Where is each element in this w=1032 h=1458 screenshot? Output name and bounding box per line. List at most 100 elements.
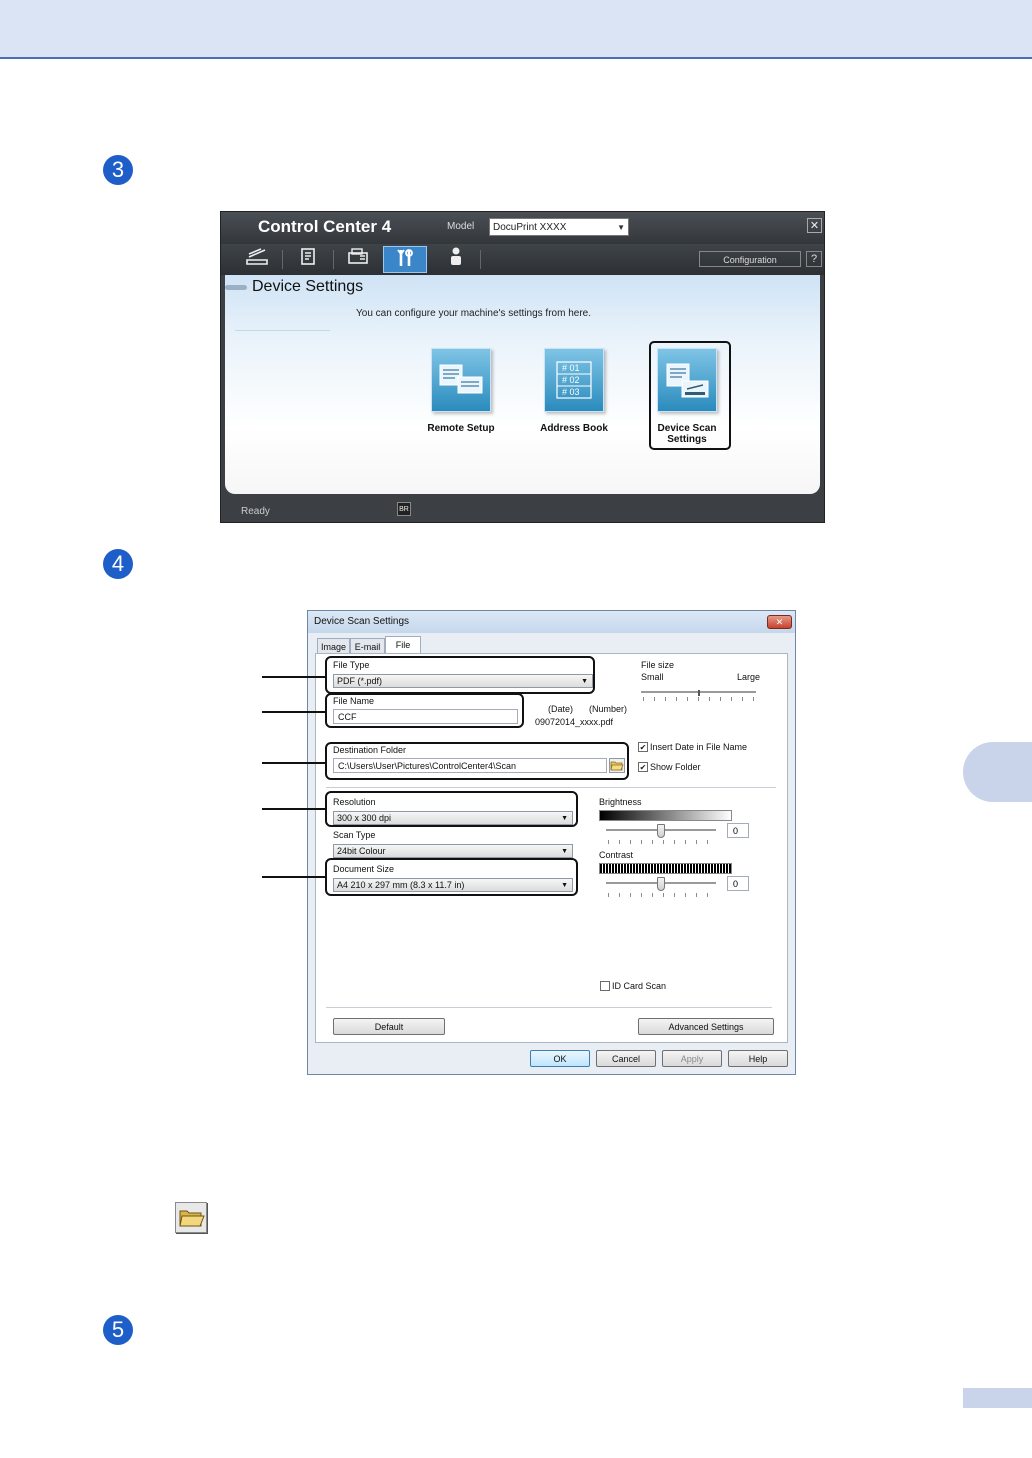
number-label: (Number) [589,704,628,714]
contrast-slider-thumb[interactable] [657,877,665,891]
contrast-pattern [599,863,732,874]
file-size-ticks [643,697,756,701]
leader-line-destination-folder [262,762,326,764]
brightness-slider-thumb[interactable] [657,824,665,838]
model-label: Model [447,221,475,232]
section-divider [326,787,776,788]
callout-file-type [325,656,595,694]
model-select-value: DocuPrint XXXX [493,222,567,233]
status-text: Ready [241,506,270,517]
apply-button[interactable]: Apply [662,1050,722,1067]
leader-line-document-size [262,876,326,878]
svg-text:# 01: # 01 [562,363,580,373]
tab-separator [333,250,334,269]
callout-resolution [325,791,578,827]
chevron-down-icon: ▼ [561,848,568,855]
dialog-titlebar: Device Scan Settings ✕ [308,611,795,633]
callout-destination-folder [325,742,629,780]
cc4-tabbar: Configuration ? [221,244,824,275]
file-size-slider-thumb[interactable] [698,690,700,696]
step-3-marker: 3 [103,155,133,185]
remote-setup-tile[interactable] [431,348,491,412]
default-button[interactable]: Default [333,1018,445,1035]
dialog-title: Device Scan Settings [314,616,410,627]
address-book-label: Address Book [540,423,608,434]
file-size-small-label: Small [641,672,664,682]
fax-icon [348,248,368,264]
contrast-label: Contrast [599,850,634,860]
date-label: (Date) [548,704,574,714]
contrast-ticks [608,893,716,897]
svg-text:# 03: # 03 [562,387,580,397]
brightness-value-input[interactable]: 0 [727,823,749,838]
step-5-marker: 5 [103,1315,133,1345]
tab-support[interactable] [434,246,478,273]
id-card-scan-checkbox[interactable] [600,981,610,991]
help-button[interactable]: Help [728,1050,788,1067]
tab-file[interactable]: File [385,636,421,653]
scan-type-select[interactable]: 24bit Colour ▼ [333,844,573,858]
leader-line-file-name [262,711,326,713]
page-header-band [0,0,1032,59]
file-name-example: 09072014_xxxx.pdf [535,717,614,727]
remote-setup-icon [439,364,483,394]
chapter-side-tab [963,742,1032,802]
insert-date-checkbox[interactable]: ✔ [638,742,648,752]
configuration-button[interactable]: Configuration [699,251,801,267]
file-size-large-label: Large [737,672,761,682]
folder-open-glyph [179,1210,205,1227]
cancel-button[interactable]: Cancel [596,1050,656,1067]
cc4-titlebar: Control Center 4 Model DocuPrint XXXX ▼ … [221,212,824,244]
contrast-value-input[interactable]: 0 [727,876,749,891]
tab-scan[interactable] [235,246,279,273]
brightness-gradient [599,810,732,821]
page-number-tab [963,1388,1032,1408]
help-button[interactable]: ? [806,251,822,267]
chevron-down-icon: ▼ [617,223,625,232]
divider [235,330,330,331]
tab-pc-fax-received[interactable] [286,246,330,273]
tab-separator [480,250,481,269]
scan-type-label: Scan Type [333,830,376,840]
folder-open-icon [175,1202,207,1233]
step-4-marker: 4 [103,549,133,579]
advanced-settings-button[interactable]: Advanced Settings [638,1018,774,1035]
heading-accent [225,285,247,290]
scanner-icon [246,248,268,265]
svg-text:# 02: # 02 [562,375,580,385]
tools-icon [397,249,413,266]
tab-device-settings[interactable] [383,246,427,273]
cc4-app-title: Control Center 4 [258,217,392,236]
device-scan-settings-dialog: Device Scan Settings ✕ Image E-mail File… [307,610,796,1075]
model-select[interactable]: DocuPrint XXXX ▼ [489,218,629,236]
document-icon [301,248,315,265]
insert-date-label: Insert Date in File Name [650,742,748,752]
tab-pc-fax[interactable] [336,246,380,273]
footer-divider [326,1007,772,1008]
show-folder-checkbox[interactable]: ✔ [638,762,648,772]
tab-separator [282,250,283,269]
leader-line-file-type [262,676,326,678]
panel-heading: Device Settings [252,278,364,295]
address-book-tile[interactable]: # 01 # 02 # 03 [544,348,604,412]
id-card-scan-label: ID Card Scan [612,981,667,991]
brightness-ticks [608,840,716,844]
leader-line-resolution [262,808,326,810]
control-center-window: Control Center 4 Model DocuPrint XXXX ▼ … [220,211,825,523]
close-icon[interactable]: ✕ [767,615,792,629]
person-icon [451,247,461,265]
file-size-label: File size [641,660,675,670]
remote-setup-label: Remote Setup [427,423,495,434]
callout-document-size [325,858,578,896]
close-icon[interactable]: ✕ [807,218,822,233]
address-book-icon: # 01 # 02 # 03 [556,361,592,399]
brother-logo-icon: BR [397,502,411,516]
brightness-label: Brightness [599,797,642,807]
tab-email[interactable]: E-mail [350,638,385,654]
ok-button[interactable]: OK [530,1050,590,1067]
panel-subtitle: You can configure your machine's setting… [356,308,591,319]
callout-file-name [325,693,524,728]
show-folder-label: Show Folder [650,762,701,772]
tab-image[interactable]: Image [317,638,350,654]
device-scan-settings-callout [649,341,731,450]
